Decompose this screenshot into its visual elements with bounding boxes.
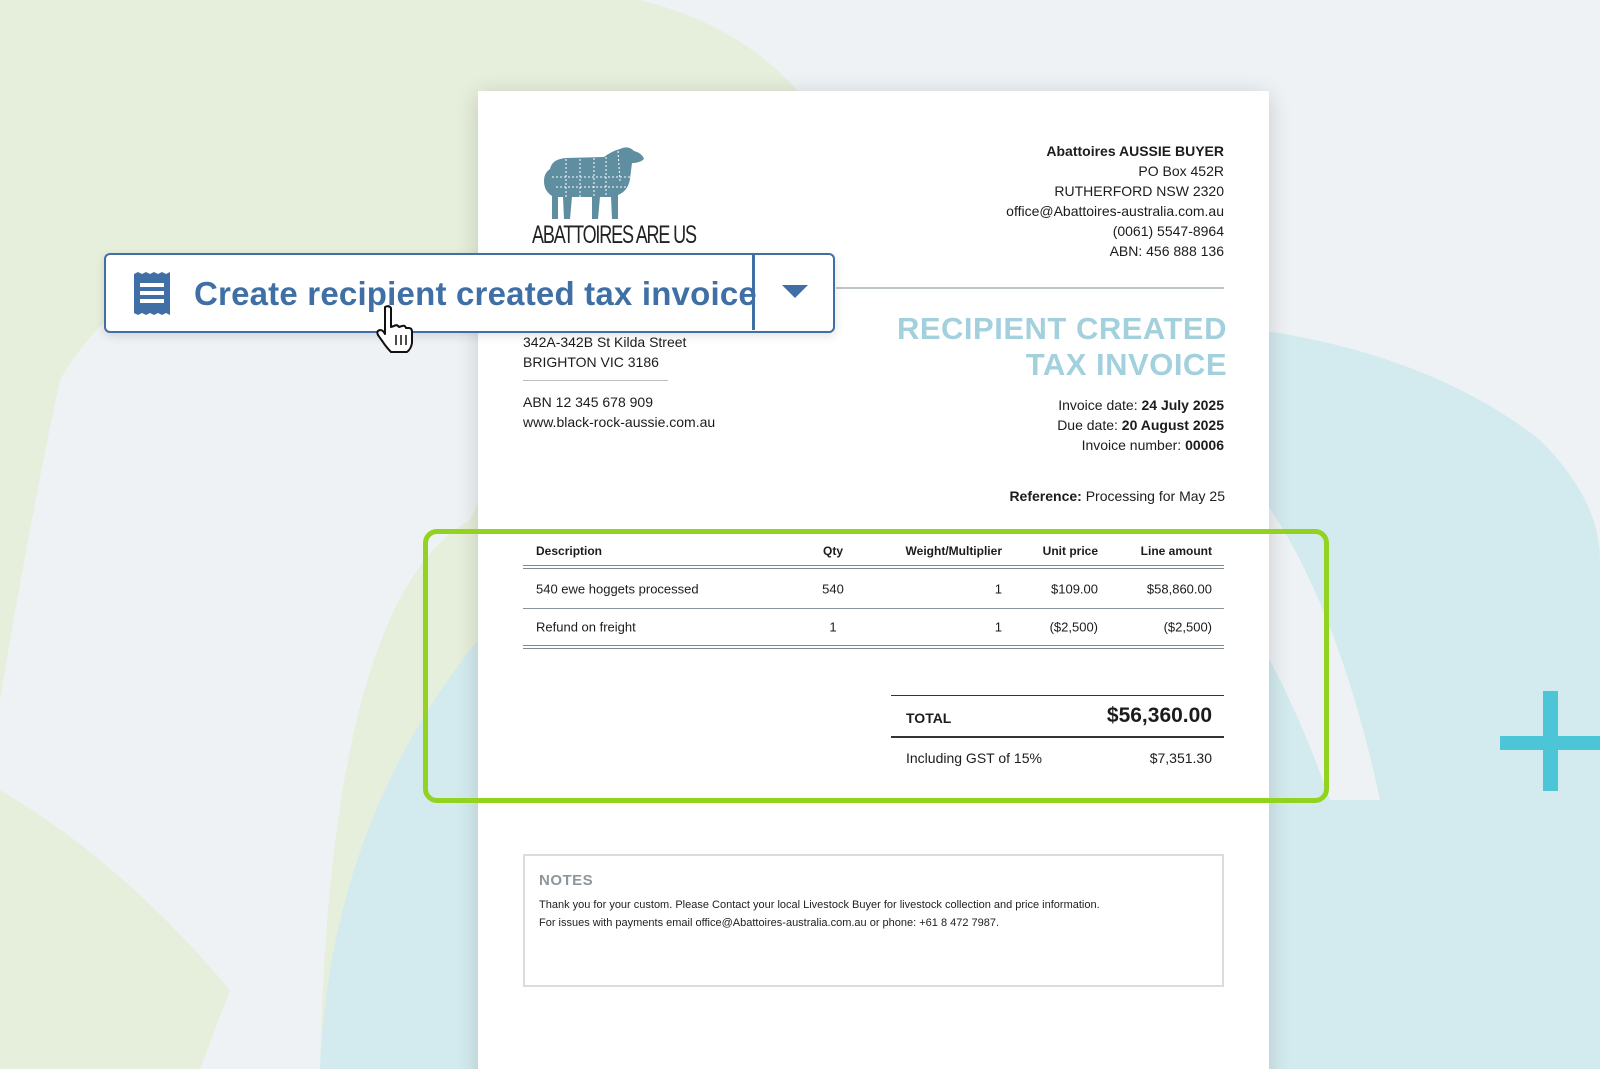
notes-line: For issues with payments email office@Ab… (539, 917, 1000, 929)
supplier-address-line1: 342A-342B St Kilda Street (523, 334, 687, 350)
supplier-address-line2: BRIGHTON VIC 3186 (523, 354, 659, 370)
sheep-icon (544, 147, 644, 219)
reference-value: Processing for May 25 (1085, 488, 1225, 504)
buyer-name: Abattoires AUSSIE BUYER (1046, 143, 1224, 159)
notes-box: NOTES Thank you for your custom. Please … (523, 854, 1224, 987)
buyer-details: Abattoires AUSSIE BUYER PO Box 452R RUTH… (1006, 141, 1224, 261)
buyer-email: office@Abattoires-australia.com.au (1006, 203, 1224, 219)
invoice-title-line1: RECIPIENT CREATED (896, 311, 1227, 346)
supplier-website: www.black-rock-aussie.com.au (523, 414, 716, 430)
create-invoice-button[interactable]: Create recipient created tax invoice (106, 255, 757, 330)
supplier-details: ABN 12 345 678 909 www.black-rock-aussie… (523, 392, 715, 432)
reference: Reference: Processing for May 25 (1009, 488, 1225, 504)
invoice-date: Invoice date: 24 July 2025 (1058, 397, 1224, 413)
buyer-line: RUTHERFORD NSW 2320 (1054, 183, 1224, 199)
reference-label: Reference: (1009, 488, 1082, 504)
caret-down-icon (782, 285, 808, 298)
notes-title: NOTES (539, 872, 594, 889)
buyer-phone: (0061) 5547-8964 (1112, 223, 1224, 239)
divider (523, 380, 668, 381)
company-logo: ABATTOIRES ARE US (532, 141, 697, 251)
buyer-line: PO Box 452R (1138, 163, 1224, 179)
invoice-title-line2: TAX INVOICE (1025, 347, 1227, 382)
due-date-value: 20 August 2025 (1121, 417, 1224, 433)
notes-line: Thank you for your custom. Please Contac… (539, 899, 1100, 911)
invoice-title: RECIPIENT CREATED TAX INVOICE (897, 311, 1227, 383)
create-invoice-split-button: Create recipient created tax invoice (104, 253, 835, 333)
due-date: Due date: 20 August 2025 (1057, 417, 1224, 433)
logo-text: ABATTOIRES ARE US (532, 221, 697, 249)
hand-pointer-icon (376, 305, 413, 353)
invoice-meta: Invoice date: 24 July 2025 Due date: 20 … (1057, 395, 1224, 455)
buyer-abn: ABN: 456 888 136 (1109, 243, 1224, 259)
invoice-number-value: 00006 (1185, 437, 1224, 453)
supplier-address: 342A-342B St Kilda Street BRIGHTON VIC 3… (523, 332, 686, 372)
invoice-icon (134, 272, 170, 315)
line-items-highlight (423, 529, 1329, 803)
invoice-number: Invoice number: 00006 (1081, 437, 1224, 453)
create-invoice-dropdown[interactable] (754, 255, 832, 330)
invoice-date-value: 24 July 2025 (1141, 397, 1224, 413)
divider (836, 287, 1224, 289)
supplier-abn: ABN 12 345 678 909 (523, 394, 653, 410)
create-invoice-label: Create recipient created tax invoice (194, 275, 757, 312)
